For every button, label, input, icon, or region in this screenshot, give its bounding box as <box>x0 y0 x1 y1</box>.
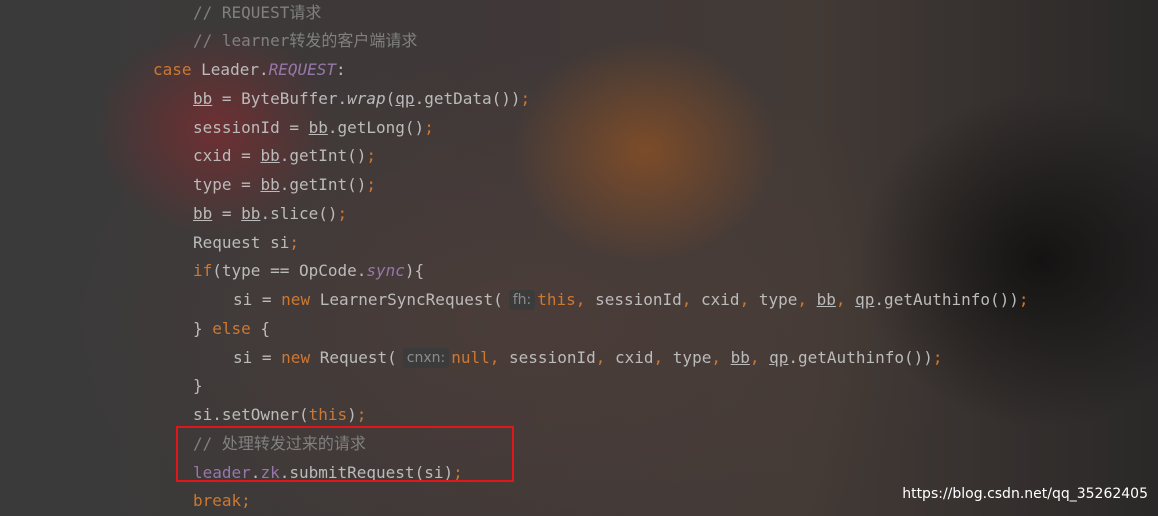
parameter-hint: fh: <box>508 290 536 311</box>
variable-bb: bb <box>260 146 280 165</box>
code-line-10: if (type == OpCode. sync){ <box>193 257 424 286</box>
semicolon: ; <box>366 146 377 165</box>
code-text: Request( <box>310 348 397 367</box>
code-text: } <box>193 319 213 338</box>
comma: , <box>595 348 615 367</box>
code-text: Request si <box>193 233 290 252</box>
code-line-1: // REQUEST请求 <box>193 0 321 28</box>
semicolon: ; <box>520 89 531 108</box>
semicolon: ; <box>1018 290 1029 309</box>
variable-qp: qp <box>395 89 415 108</box>
code-text: .getAuthinfo()) <box>788 348 933 367</box>
variable-bb: bb <box>308 118 328 137</box>
code-text: Leader. <box>191 60 269 79</box>
code-line-2: // learner转发的客户端请求 <box>193 27 417 56</box>
keyword-this: this <box>537 290 576 309</box>
keyword-if: if <box>193 261 213 280</box>
code-text: .getInt() <box>279 146 367 165</box>
code-editor[interactable]: // REQUEST请求 // learner转发的客户端请求 case Lea… <box>0 0 1158 516</box>
code-text: ){ <box>404 261 425 280</box>
comma: , <box>835 290 856 309</box>
code-text: (type == OpCode. <box>212 261 367 280</box>
variable-bb: bb <box>193 204 213 223</box>
variable-bb: bb <box>730 348 750 367</box>
comma: , <box>575 290 596 309</box>
code-text: sessionId <box>595 290 682 309</box>
method-wrap: wrap <box>347 89 386 108</box>
code-text: type <box>672 348 712 367</box>
variable-bb: bb <box>260 175 280 194</box>
variable-bb: bb <box>193 89 213 108</box>
variable-bb: bb <box>241 204 261 223</box>
constant-request: REQUEST <box>268 60 337 79</box>
semicolon: ; <box>289 233 299 252</box>
keyword-else: else <box>212 319 251 338</box>
code-line-3: case Leader. REQUEST: <box>153 56 346 85</box>
code-line-12: } else { <box>193 315 270 344</box>
watermark-url: https://blog.csdn.net/qq_35262405 <box>902 486 1148 502</box>
code-text: .getAuthinfo()) <box>874 290 1019 309</box>
parameter-hint: cnxn: <box>402 348 450 369</box>
variable-bb: bb <box>816 290 836 309</box>
code-text: .getInt() <box>279 175 367 194</box>
code-text: cxid <box>615 348 654 367</box>
code-text: cxid = <box>193 146 261 165</box>
keyword-new: new <box>281 290 311 309</box>
code-line-11: si = new LearnerSyncRequest( fh: this, ses… <box>233 286 1029 315</box>
code-text: = <box>212 204 242 223</box>
code-text: LearnerSyncRequest( <box>310 290 503 309</box>
code-text: .slice() <box>260 204 338 223</box>
code-line-18: break; <box>193 487 251 516</box>
code-line-7: type = bb .getInt(); <box>193 171 376 200</box>
code-text: type <box>758 290 798 309</box>
semicolon: ; <box>424 118 434 137</box>
code-line-13: si = new Request( cnxn: null, sessionId, c… <box>233 344 943 373</box>
comma: , <box>711 348 731 367</box>
code-text: { <box>250 319 271 338</box>
semicolon: ; <box>366 175 377 194</box>
semicolon: ; <box>337 204 348 223</box>
red-highlight-box <box>176 426 514 482</box>
code-text: = ByteBuffer. <box>212 89 348 108</box>
code-text: : <box>336 60 346 79</box>
comma: , <box>749 348 770 367</box>
keyword-null: null <box>451 348 490 367</box>
code-text: si = <box>233 348 282 367</box>
code-text: type = <box>193 175 261 194</box>
code-text: sessionId = <box>193 118 309 137</box>
comment: // REQUEST请求 <box>193 3 322 22</box>
code-text: } <box>193 376 203 395</box>
code-line-9: Request si; <box>193 229 299 258</box>
code-line-6: cxid = bb .getInt(); <box>193 142 376 171</box>
code-text: .getLong() <box>327 118 425 137</box>
code-line-5: sessionId = bb .getLong(); <box>193 114 434 143</box>
variable-qp: qp <box>769 348 789 367</box>
keyword-break: break <box>193 491 242 510</box>
comment: // learner转发的客户端请求 <box>193 31 418 50</box>
code-text: sessionId <box>509 348 596 367</box>
comma: , <box>739 290 759 309</box>
comma: , <box>489 348 510 367</box>
variable-qp: qp <box>855 290 875 309</box>
semicolon: ; <box>241 491 251 510</box>
code-text: cxid <box>701 290 740 309</box>
code-text: si = <box>233 290 282 309</box>
code-line-14: } <box>193 372 203 401</box>
code-line-4: bb = ByteBuffer. wrap(qp .getData()); <box>193 85 530 114</box>
code-line-8: bb = bb .slice(); <box>193 200 347 229</box>
comma: , <box>653 348 673 367</box>
keyword-case: case <box>153 60 192 79</box>
semicolon: ; <box>932 348 943 367</box>
keyword-new: new <box>281 348 311 367</box>
comma: , <box>681 290 702 309</box>
code-text: ( <box>385 89 396 108</box>
code-text: .getData()) <box>414 89 521 108</box>
comma: , <box>797 290 817 309</box>
constant-sync: sync <box>366 261 405 280</box>
